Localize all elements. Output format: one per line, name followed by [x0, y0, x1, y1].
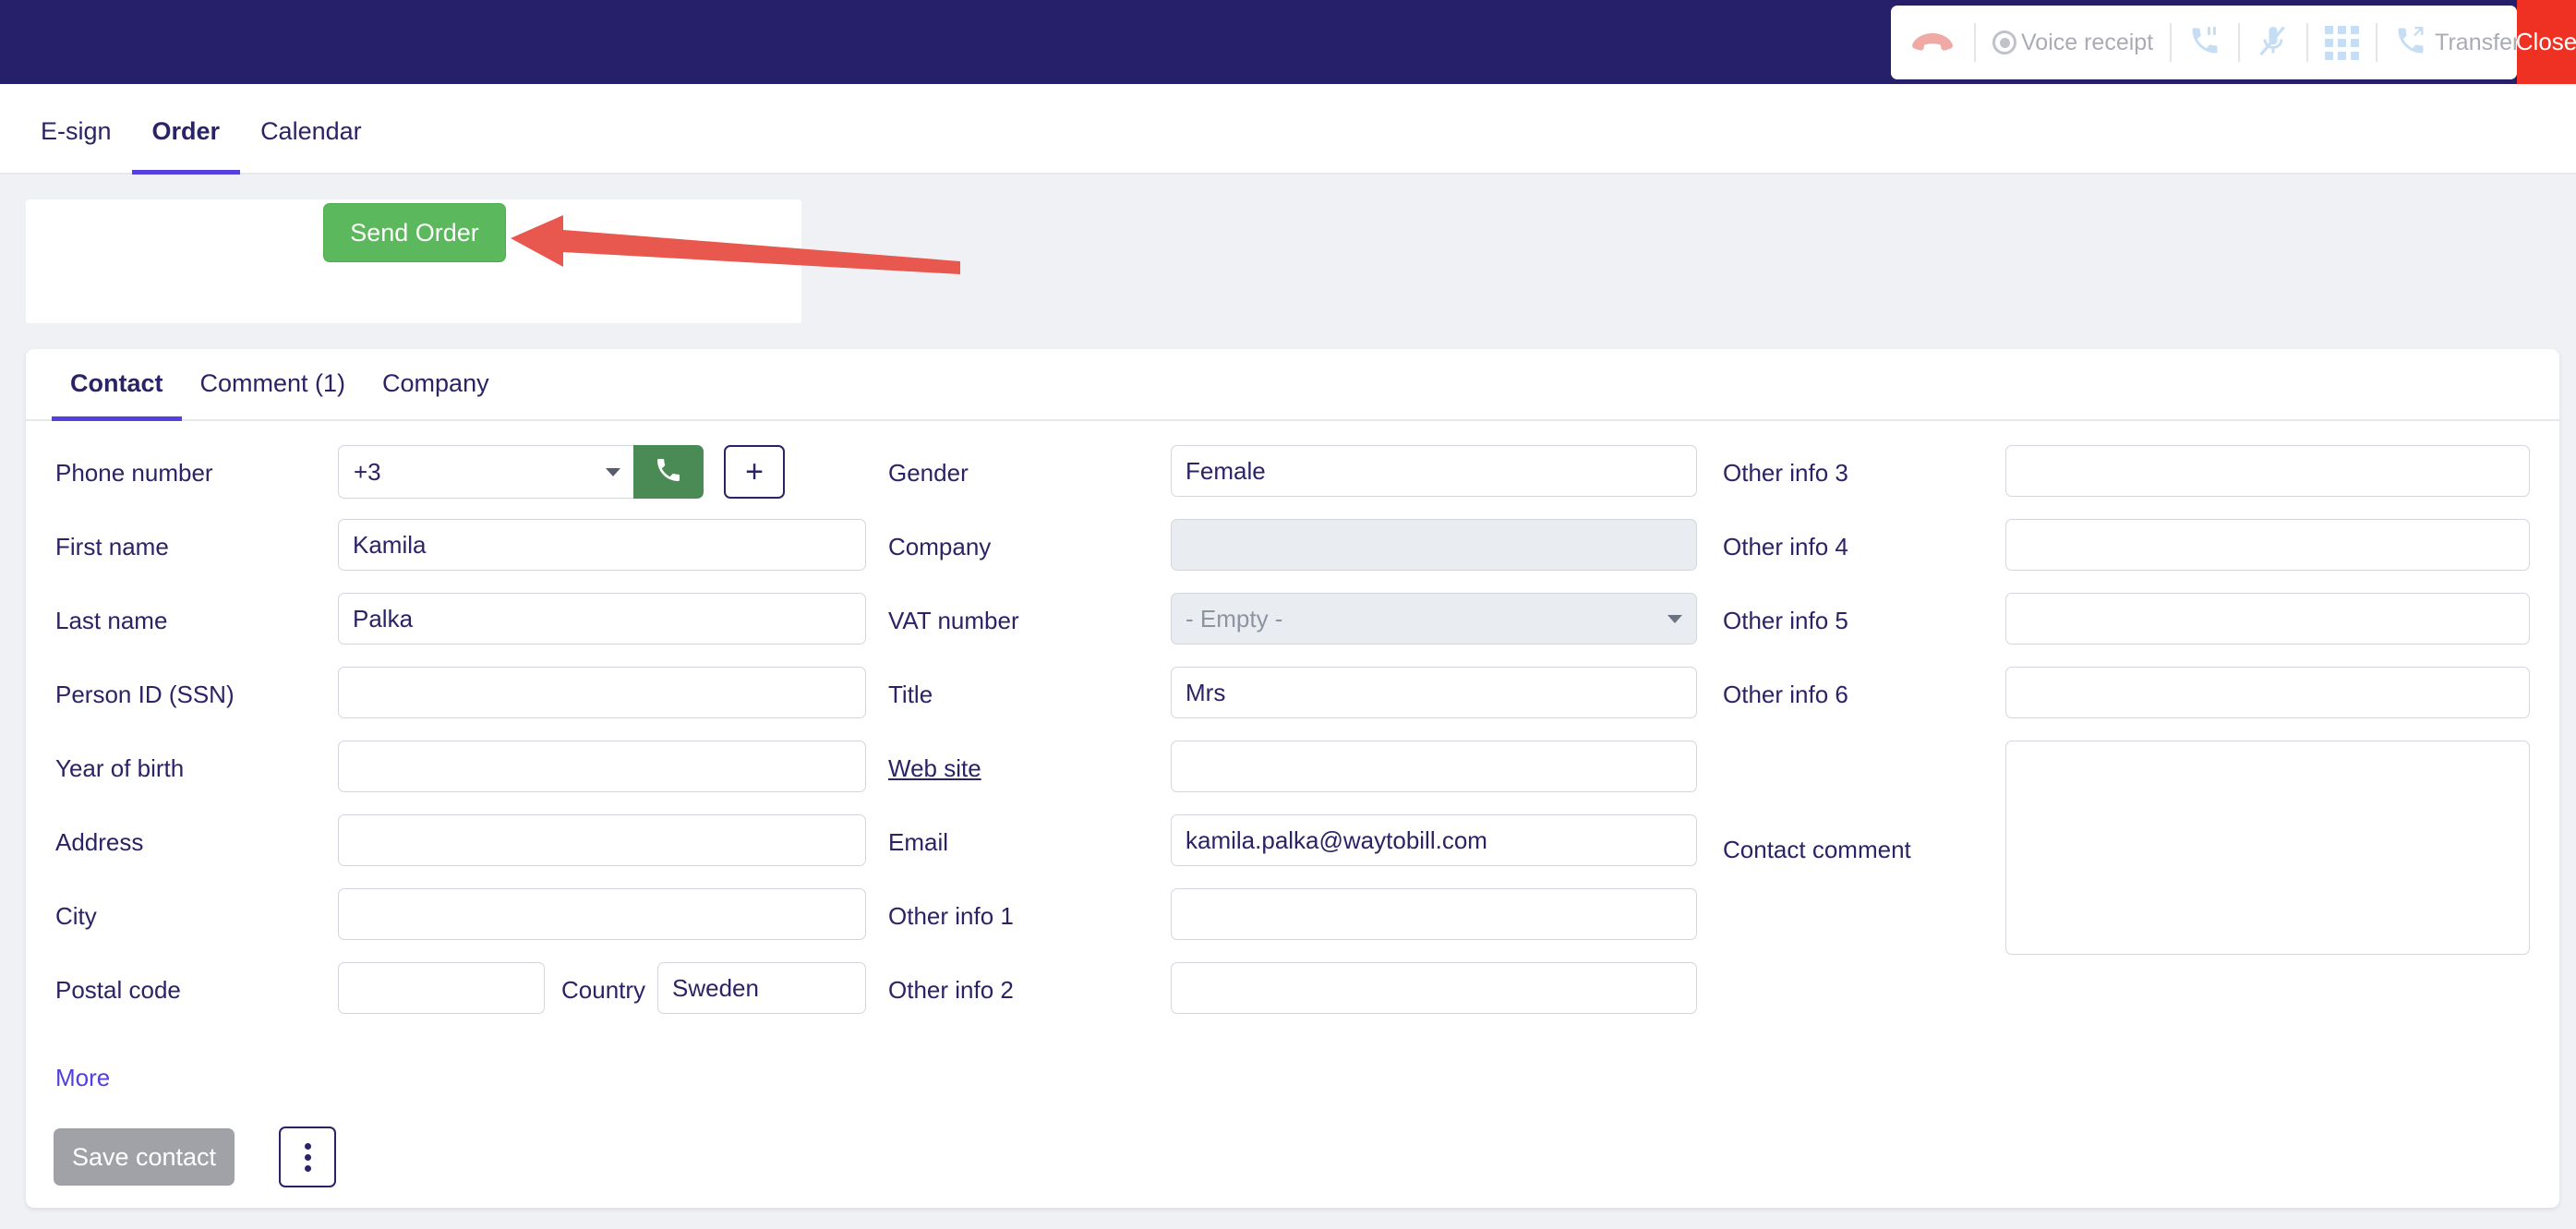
app-page: Voice receipt Transfer Close E-sign Orde… [0, 0, 2576, 1229]
label-vat-number: VAT number [888, 607, 1019, 634]
chevron-down-icon [606, 468, 620, 476]
label-last-name: Last name [55, 607, 168, 634]
title-input[interactable]: Mrs [1171, 667, 1697, 718]
call-button[interactable] [633, 445, 704, 499]
country-input[interactable]: Sweden [657, 962, 866, 1014]
phone-hold-icon [2188, 24, 2221, 62]
main-tab-bar: E-sign Order Calendar [0, 84, 2576, 175]
dialpad-icon [2325, 25, 2360, 60]
transfer-label: Transfer [2435, 29, 2521, 55]
label-other-info-1: Other info 1 [888, 902, 1014, 930]
label-person-id: Person ID (SSN) [55, 681, 235, 708]
microphone-muted-icon [2257, 24, 2290, 62]
tab-order[interactable]: Order [131, 117, 241, 175]
vat-number-select[interactable]: - Empty - [1171, 593, 1697, 645]
save-contact-button[interactable]: Save contact [54, 1128, 235, 1186]
label-city: City [55, 902, 97, 930]
label-contact-comment: Contact comment [1723, 836, 1911, 863]
phone-number-input[interactable]: +3 [338, 445, 633, 499]
label-other-info-6: Other info 6 [1723, 681, 1848, 708]
voice-receipt-label: Voice receipt [2021, 29, 2154, 55]
tab-comment[interactable]: Comment (1) [182, 369, 365, 421]
phone-call-icon [654, 455, 683, 489]
vat-number-value: - Empty - [1186, 605, 1283, 633]
phone-prefix-value: +3 [354, 458, 381, 486]
close-button[interactable]: Close [2516, 0, 2576, 84]
label-other-info-2: Other info 2 [888, 976, 1014, 1004]
add-phone-button[interactable]: + [724, 445, 785, 499]
contact-comment-textarea[interactable] [2005, 741, 2530, 955]
contact-tab-bar: Contact Comment (1) Company [26, 349, 2559, 421]
address-input[interactable] [338, 814, 866, 866]
label-other-info-5: Other info 5 [1723, 607, 1848, 634]
call-control-bar: Voice receipt Transfer [1891, 6, 2545, 79]
label-company: Company [888, 533, 992, 560]
gender-input[interactable]: Female [1171, 445, 1697, 497]
label-other-info-4: Other info 4 [1723, 533, 1848, 560]
hangup-button[interactable] [1891, 6, 1974, 79]
label-other-info-3: Other info 3 [1723, 459, 1848, 487]
phone-transfer-icon [2394, 24, 2427, 62]
postal-code-input[interactable] [338, 962, 545, 1014]
other-info-2-input[interactable] [1171, 962, 1697, 1014]
city-input[interactable] [338, 888, 866, 940]
other-info-4-input[interactable] [2005, 519, 2530, 571]
label-phone-number: Phone number [55, 459, 213, 487]
mute-button[interactable] [2240, 6, 2306, 79]
top-header-bar: Voice receipt Transfer Close [0, 0, 2576, 84]
record-icon [1992, 30, 2016, 54]
label-country: Country [561, 976, 646, 1004]
other-info-1-input[interactable] [1171, 888, 1697, 940]
company-input [1171, 519, 1697, 571]
label-title: Title [888, 681, 933, 708]
email-input[interactable]: kamila.palka@waytobill.com [1171, 814, 1697, 866]
label-postal-code: Postal code [55, 976, 181, 1004]
tab-e-sign[interactable]: E-sign [20, 117, 132, 175]
dialpad-button[interactable] [2308, 6, 2376, 79]
label-gender: Gender [888, 459, 969, 487]
plus-icon: + [745, 453, 764, 489]
other-info-3-input[interactable] [2005, 445, 2530, 497]
label-email: Email [888, 828, 949, 856]
label-first-name: First name [55, 533, 169, 560]
label-web-site[interactable]: Web site [888, 754, 981, 783]
voice-receipt-button[interactable]: Voice receipt [1976, 6, 2170, 79]
tab-company[interactable]: Company [364, 369, 508, 421]
web-site-input[interactable] [1171, 741, 1697, 792]
chevron-down-icon [1667, 615, 1682, 623]
year-of-birth-input[interactable] [338, 741, 866, 792]
first-name-input[interactable]: Kamila [338, 519, 866, 571]
phone-hangup-icon [1908, 24, 1957, 61]
more-link[interactable]: More [55, 1064, 110, 1092]
tab-contact[interactable]: Contact [52, 369, 182, 421]
other-info-6-input[interactable] [2005, 667, 2530, 718]
tab-calendar[interactable]: Calendar [240, 117, 382, 175]
phone-number-group: +3 + [338, 445, 785, 499]
label-year-of-birth: Year of birth [55, 754, 185, 782]
last-name-input[interactable]: Palka [338, 593, 866, 645]
send-order-button[interactable]: Send Order [323, 203, 506, 262]
person-id-input[interactable] [338, 667, 866, 718]
label-address: Address [55, 828, 144, 856]
other-info-5-input[interactable] [2005, 593, 2530, 645]
more-vertical-icon[interactable] [279, 1127, 336, 1187]
hold-button[interactable] [2172, 6, 2238, 79]
